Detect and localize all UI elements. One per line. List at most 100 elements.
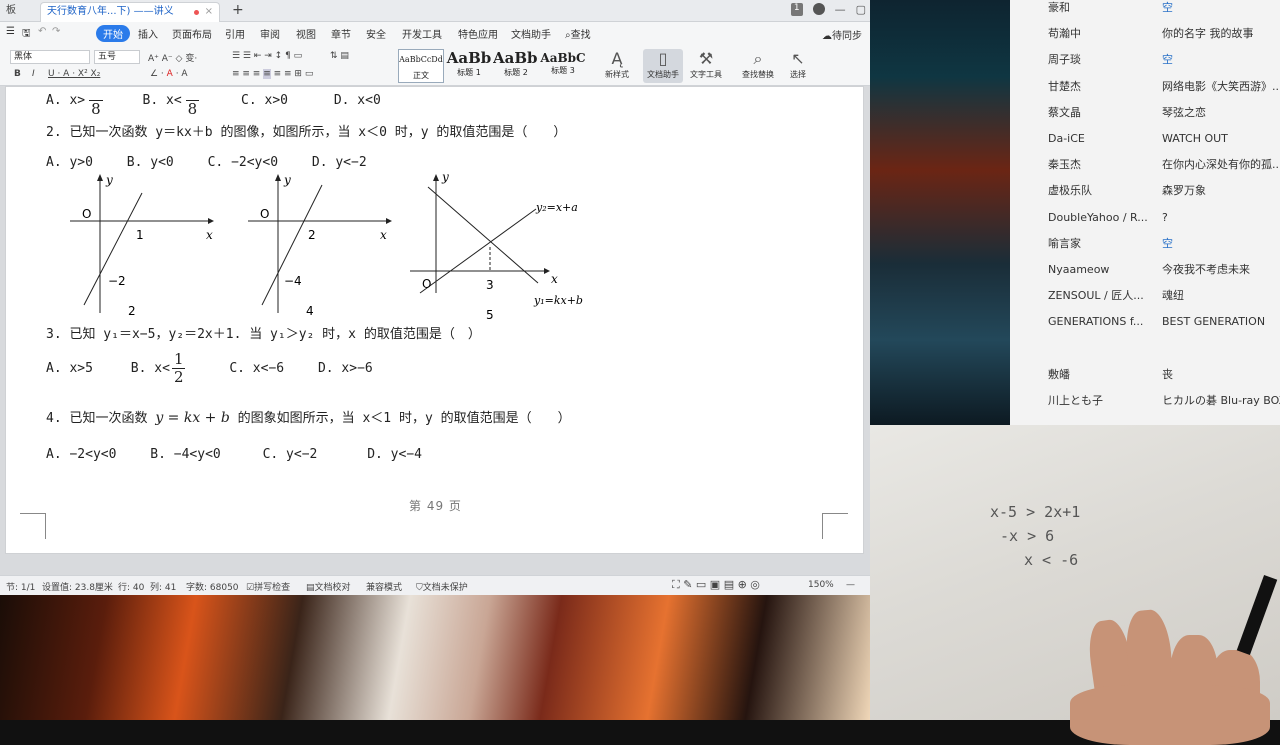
wps-writer-window: 板 天行数育八年...下) ——讲义 × + 1 — ▢ ☰ 🖫 ↶ ↷ 开始 … (0, 0, 870, 595)
playlist-song: 空 (1162, 236, 1173, 250)
column-info: 列: 41 (150, 583, 177, 593)
playlist-row[interactable]: 豪和 空 (1010, 1, 1280, 27)
menu-security[interactable]: 安全 (366, 26, 386, 41)
select-button[interactable]: ↖ 选择 (778, 49, 818, 80)
menu-chapter[interactable]: 章节 (331, 26, 351, 41)
style-heading-3[interactable]: AaBbC 标题 3 (540, 49, 586, 83)
protection-status[interactable]: ⛉文档未保护 (416, 580, 468, 593)
menu-developer[interactable]: 开发工具 (402, 26, 442, 41)
spell-check-button[interactable]: ☑拼写检查 (246, 580, 290, 593)
document-area[interactable]: A. x> 8 B. x< 8 C. x>0 D. x<0 2. 已知一次函数 … (0, 86, 870, 575)
style-heading-1[interactable]: AaBb 标题 1 (446, 49, 492, 83)
style-heading-2[interactable]: AaBb(标题 2 (493, 49, 539, 83)
doc-helper-button[interactable]: ▯ 文档助手 (643, 49, 683, 83)
align-icon[interactable]: ≡ ≡ ≡ ≡ ≡ ≡ ⊞ ▭ (232, 69, 313, 79)
playlist-row[interactable]: GENERATIONS f... BEST GENERATION (1010, 315, 1280, 341)
x-axis-label: x (206, 228, 213, 242)
playlist-song: 森罗万象 (1162, 184, 1206, 198)
playlist-artist: Da-iCE (1048, 132, 1085, 145)
playlist-artist: 豪和 (1048, 1, 1070, 14)
redo-icon[interactable]: ↷ (52, 26, 60, 37)
new-tab-button[interactable]: + (226, 1, 250, 21)
graph-caption: 2 (128, 304, 136, 318)
playlist-song: 魂纽 (1162, 289, 1184, 303)
question-2: 2. 已知一次函数 y＝kx＋b 的图像，如图所示，当 x＜0 时，y 的取值范… (46, 125, 567, 140)
playlist-row[interactable]: ZENSOUL / 匠人... 魂纽 (1010, 289, 1280, 315)
document-page[interactable]: A. x> 8 B. x< 8 C. x>0 D. x<0 2. 已知一次函数 … (5, 86, 864, 554)
menu-doc-assistant[interactable]: 文档助手 (511, 26, 551, 41)
italic-button[interactable]: I (32, 69, 35, 79)
new-style-icon: Ą (611, 49, 623, 68)
playlist-row[interactable]: 喻言家 空 (1010, 237, 1280, 263)
menu-insert[interactable]: 插入 (138, 26, 158, 41)
menu-special[interactable]: 特色应用 (458, 26, 498, 41)
save-icon[interactable]: 🖫 (22, 26, 31, 43)
font-name-select[interactable]: 黑体 (10, 50, 90, 64)
playlist-row[interactable]: 苟瀚中 你的名字 我的故事 (1010, 27, 1280, 53)
text-tools-button[interactable]: ⚒ 文字工具 (686, 49, 726, 80)
magnifier-icon: ⌕ (753, 49, 763, 68)
cloud-icon: ☁ (822, 31, 832, 42)
proofread-button[interactable]: ▤文档校对 (306, 580, 351, 593)
playlist-row[interactable]: Da-iCE WATCH OUT (1010, 132, 1280, 158)
underline-button[interactable]: U · A · X² X₂ (48, 69, 100, 79)
menu-view[interactable]: 视图 (296, 26, 316, 41)
menu-references[interactable]: 引用 (225, 26, 245, 41)
playlist-row[interactable]: 秦玉杰 在你内心深处有你的孤... (1010, 158, 1280, 184)
checkbox-icon: ☑ (246, 583, 255, 593)
playlist-row[interactable] (1010, 342, 1280, 368)
playlist-row[interactable]: 周子琰 空 (1010, 53, 1280, 79)
playlist-row[interactable]: 敷皤 丧 (1010, 368, 1280, 394)
playlist-row[interactable]: Nyaameow 今夜我不考虑未来 (1010, 263, 1280, 289)
style-normal[interactable]: AaBbCcDd 正文 (398, 49, 444, 83)
tab-current-document[interactable]: 天行数育八年...下) ——讲义 × (40, 2, 220, 22)
window-controls: 1 — ▢ (790, 3, 866, 16)
minimize-button[interactable]: — (835, 3, 846, 16)
file-menu-icon[interactable]: ☰ (6, 26, 15, 37)
sync-status[interactable]: ☁待同步 (822, 27, 862, 42)
cursor-icon: ↖ (791, 49, 805, 68)
undo-icon[interactable]: ↶ (38, 26, 46, 37)
graph-1: y O x 1 −2 2 (70, 173, 214, 318)
playlist-artist: 敷皤 (1048, 367, 1070, 381)
word-count[interactable]: 字数: 68050 (186, 580, 239, 593)
section-info[interactable]: 节: 1/1 (6, 580, 35, 593)
paragraph-tools-icon[interactable]: ☰ ☰ ⇤ ⇥ ↕ ¶ ▭ (232, 51, 302, 61)
zoom-level[interactable]: 150% (808, 580, 834, 590)
menu-home[interactable]: 开始 (96, 25, 130, 42)
font-grow-icon[interactable]: A⁺ A⁻ ◇ 变· (148, 51, 197, 64)
playlist-artist: 苟瀚中 (1048, 27, 1081, 41)
setting-value[interactable]: 设置值: 23.8厘米 (42, 580, 113, 593)
wrench-icon: ⚒ (698, 49, 714, 68)
playlist-artist: 虚极乐队 (1048, 184, 1092, 198)
playlist-row[interactable]: 虚极乐队 森罗万象 (1010, 184, 1280, 210)
unsaved-dot-icon (194, 10, 199, 15)
zoom-out-button[interactable]: — (846, 580, 855, 590)
menu-page-layout[interactable]: 页面布局 (172, 26, 212, 41)
maximize-button[interactable]: ▢ (856, 3, 866, 16)
bold-button[interactable]: B (14, 69, 21, 79)
sort-icon[interactable]: ⇅ ▤ (330, 51, 349, 61)
playlist-row[interactable]: DoubleYahoo / R...? (1010, 211, 1280, 237)
handwritten-work: x-5 > 2x+1 -x > 6 x < -6 (990, 503, 1081, 569)
playlist-row[interactable]: 川上とも子 ヒカルの碁 Blu-ray BOX... (1010, 394, 1280, 420)
tab-previous-document[interactable]: 板 (0, 2, 38, 22)
new-style-button[interactable]: Ą 新样式 (597, 49, 637, 80)
playlist-row[interactable]: 甘楚杰 网络电影《大笑西游》... (1010, 80, 1280, 106)
playlist-song: 琴弦之恋 (1162, 105, 1206, 119)
graph-2: y O x 2 −4 4 (248, 173, 392, 318)
font-size-select[interactable]: 五号 (94, 50, 140, 64)
view-mode-icons[interactable]: ⛶ ✎ ▭ ▣ ▤ ⊕ ◎ (672, 578, 760, 592)
menu-review[interactable]: 审阅 (260, 26, 280, 41)
playlist-row[interactable]: 蔡文晶 琴弦之恋 (1010, 106, 1280, 132)
find-replace-button[interactable]: ⌕ 查找替换 (738, 49, 778, 80)
playlist-artist: GENERATIONS f... (1048, 315, 1144, 329)
doc-helper-icon: ▯ (658, 49, 668, 68)
avatar[interactable] (812, 3, 825, 15)
playlist-artist: ZENSOUL / 匠人... (1048, 289, 1144, 303)
close-tab-icon[interactable]: × (205, 3, 213, 21)
highlight-icon[interactable]: ∠ · A · A (150, 69, 188, 79)
q2-options: A. y>0 B. y<0 C. −2<y<0 D. y<−2 (46, 155, 367, 170)
search-menu[interactable]: ⌕查找 (565, 26, 591, 41)
playlist-song: 丧 (1162, 367, 1173, 381)
